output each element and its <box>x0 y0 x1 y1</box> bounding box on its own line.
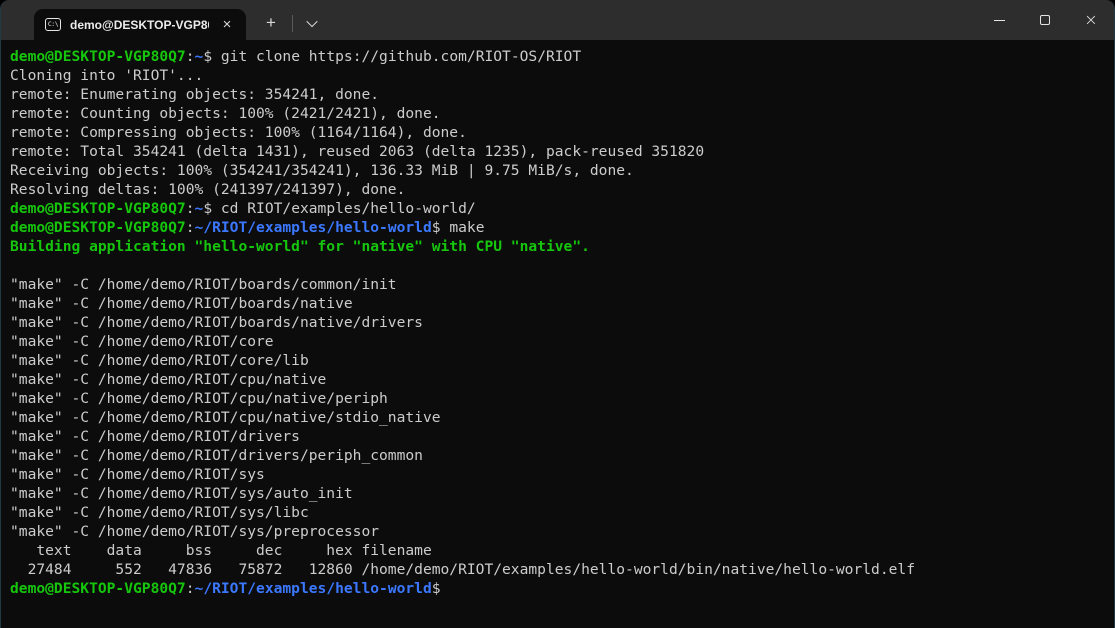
terminal-line: "make" -C /home/demo/RIOT/core <box>10 332 1110 351</box>
terminal-line: "make" -C /home/demo/RIOT/sys/auto_init <box>10 484 1110 503</box>
terminal-line: "make" -C /home/demo/RIOT/sys <box>10 465 1110 484</box>
maximize-icon <box>1040 15 1050 25</box>
terminal-line: 27484 552 47836 75872 12860 /home/demo/R… <box>10 560 1110 579</box>
plus-icon: + <box>266 13 276 33</box>
terminal-line: "make" -C /home/demo/RIOT/boards/native/… <box>10 313 1110 332</box>
new-tab-button[interactable]: + <box>254 9 288 37</box>
maximize-button[interactable] <box>1022 0 1068 40</box>
terminal-line: "make" -C /home/demo/RIOT/drivers <box>10 427 1110 446</box>
terminal-line: "make" -C /home/demo/RIOT/boards/native <box>10 294 1110 313</box>
terminal-line: "make" -C /home/demo/RIOT/sys/preprocess… <box>10 522 1110 541</box>
terminal-icon: C:\ <box>45 18 61 31</box>
terminal-line: text data bss dec hex filename <box>10 541 1110 560</box>
terminal-tab[interactable]: C:\ demo@DESKTOP-VGP80Q7: ~ × <box>34 9 246 40</box>
terminal-line: demo@DESKTOP-VGP80Q7:~$ git clone https:… <box>10 47 1110 66</box>
close-button[interactable]: × <box>1068 0 1114 40</box>
terminal-line: Building application "hello-world" for "… <box>10 237 1110 256</box>
minimize-icon <box>994 20 1005 21</box>
tab-close-icon[interactable]: × <box>218 16 236 34</box>
tab-title: demo@DESKTOP-VGP80Q7: ~ <box>70 18 209 32</box>
terminal-window: C:\ demo@DESKTOP-VGP80Q7: ~ × + × demo@D… <box>0 0 1115 628</box>
titlebar-divider <box>292 15 293 32</box>
terminal-line: "make" -C /home/demo/RIOT/drivers/periph… <box>10 446 1110 465</box>
terminal-line: demo@DESKTOP-VGP80Q7:~/RIOT/examples/hel… <box>10 218 1110 237</box>
terminal-line: "make" -C /home/demo/RIOT/boards/common/… <box>10 275 1110 294</box>
terminal-line: "make" -C /home/demo/RIOT/cpu/native <box>10 370 1110 389</box>
close-icon: × <box>1084 12 1097 28</box>
terminal-line: Receiving objects: 100% (354241/354241),… <box>10 161 1110 180</box>
terminal-line: remote: Total 354241 (delta 1431), reuse… <box>10 142 1110 161</box>
terminal-line: remote: Compressing objects: 100% (1164/… <box>10 123 1110 142</box>
tab-dropdown-button[interactable] <box>297 9 327 37</box>
terminal-line: remote: Counting objects: 100% (2421/242… <box>10 104 1110 123</box>
terminal-line: remote: Enumerating objects: 354241, don… <box>10 85 1110 104</box>
terminal-line: demo@DESKTOP-VGP80Q7:~$ cd RIOT/examples… <box>10 199 1110 218</box>
terminal-line <box>10 256 1110 275</box>
terminal-line: "make" -C /home/demo/RIOT/core/lib <box>10 351 1110 370</box>
title-bar: C:\ demo@DESKTOP-VGP80Q7: ~ × + × <box>1 0 1114 40</box>
terminal-line: "make" -C /home/demo/RIOT/cpu/native/std… <box>10 408 1110 427</box>
terminal-line: "make" -C /home/demo/RIOT/cpu/native/per… <box>10 389 1110 408</box>
terminal-line: Cloning into 'RIOT'... <box>10 66 1110 85</box>
terminal-line: demo@DESKTOP-VGP80Q7:~/RIOT/examples/hel… <box>10 579 1110 598</box>
terminal-line: Resolving deltas: 100% (241397/241397), … <box>10 180 1110 199</box>
window-controls: × <box>976 0 1114 40</box>
minimize-button[interactable] <box>976 0 1022 40</box>
terminal-output[interactable]: demo@DESKTOP-VGP80Q7:~$ git clone https:… <box>1 40 1114 628</box>
terminal-line: "make" -C /home/demo/RIOT/sys/libc <box>10 503 1110 522</box>
chevron-down-icon <box>306 16 317 27</box>
